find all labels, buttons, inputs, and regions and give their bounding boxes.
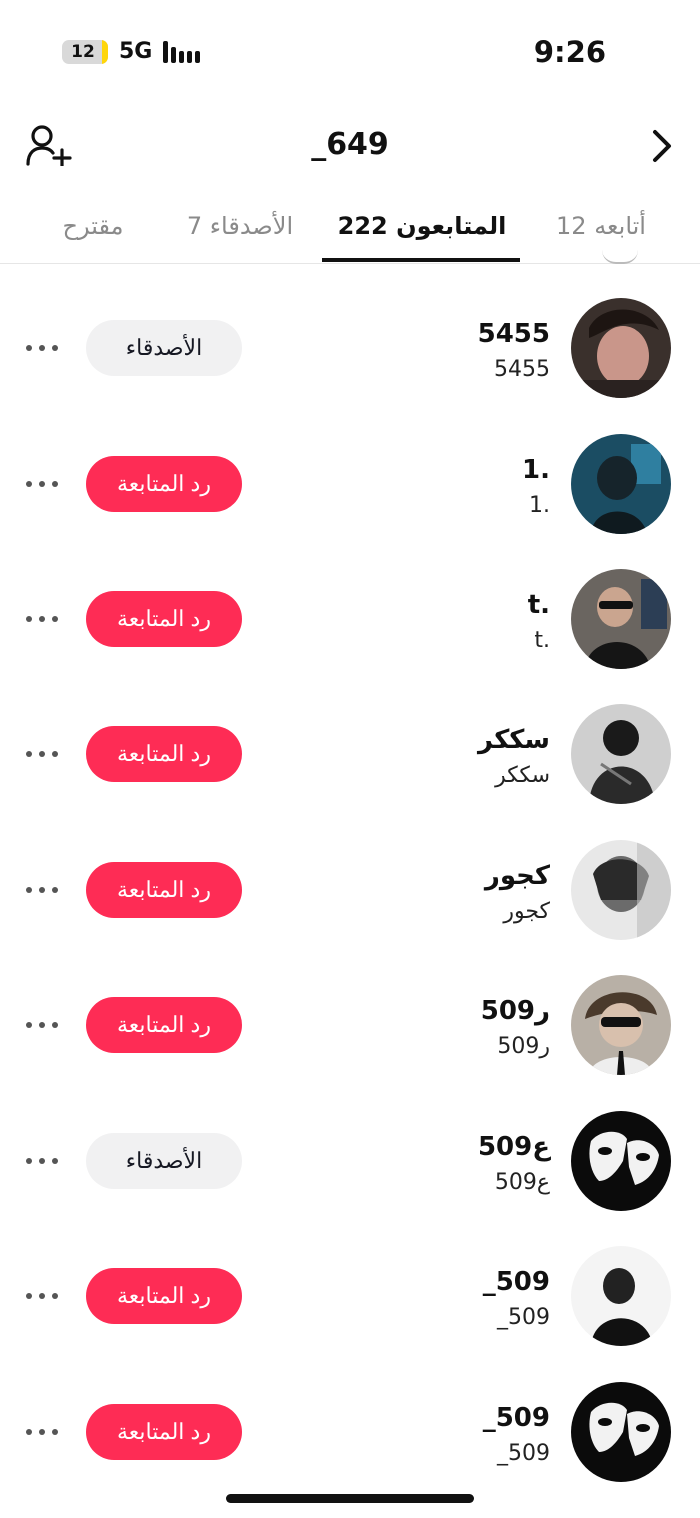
avatar[interactable] — [571, 434, 671, 534]
follower-name: _509 — [482, 1403, 550, 1433]
list-item[interactable]: ع509 ع509 الأصدقاء — [0, 1111, 700, 1246]
follower-name: _509 — [482, 1267, 550, 1297]
follower-handle: 1. — [529, 493, 550, 518]
follower-handle: 5455 — [494, 357, 550, 382]
list-item[interactable]: سككر سككر رد المتابعة — [0, 704, 700, 839]
status-bar: 12 5G 9:26 — [0, 0, 700, 100]
follower-handle: كجور — [503, 899, 550, 924]
more-options-icon[interactable] — [26, 1291, 60, 1301]
follower-name: t. — [527, 590, 550, 620]
friends-button[interactable]: الأصدقاء — [86, 320, 242, 376]
follow-back-button[interactable]: رد المتابعة — [86, 456, 242, 512]
list-item[interactable]: ر509 ر509 رد المتابعة — [0, 975, 700, 1110]
status-time: 9:26 — [533, 35, 606, 69]
follower-name: 1. — [522, 455, 550, 485]
avatar[interactable] — [571, 569, 671, 669]
list-item[interactable]: t. t. رد المتابعة — [0, 569, 700, 704]
follower-handle: _509 — [497, 1441, 550, 1466]
home-indicator[interactable] — [226, 1494, 474, 1503]
tab-following[interactable]: أتابعه 12 — [536, 206, 666, 246]
chevron-right-icon[interactable] — [646, 126, 676, 166]
battery-level: 12 — [71, 42, 95, 62]
divider — [0, 263, 700, 264]
follower-name: 5455 — [477, 319, 550, 349]
follower-handle: _509 — [497, 1305, 550, 1330]
signal-icon — [163, 41, 201, 65]
more-options-icon[interactable] — [26, 885, 60, 895]
avatar[interactable] — [571, 1246, 671, 1346]
follow-back-button[interactable]: رد المتابعة — [86, 862, 242, 918]
follow-back-button[interactable]: رد المتابعة — [86, 726, 242, 782]
header: _649 — [0, 100, 700, 190]
list-item[interactable]: 5455 5455 الأصدقاء — [0, 298, 700, 433]
more-options-icon[interactable] — [26, 749, 60, 759]
avatar[interactable] — [571, 1111, 671, 1211]
follow-back-button[interactable]: رد المتابعة — [86, 997, 242, 1053]
page-title: _649 — [311, 127, 389, 162]
battery-icon: 12 — [62, 40, 108, 64]
more-options-icon[interactable] — [26, 1427, 60, 1437]
tab-suggested[interactable]: مقترح — [40, 206, 146, 246]
avatar[interactable] — [571, 840, 671, 940]
list-item[interactable]: كجور كجور رد المتابعة — [0, 840, 700, 975]
follower-name: ع509 — [477, 1132, 550, 1162]
tab-bar: أتابعه 12 المتابعون 222 الأصدقاء 7 مقترح — [0, 190, 700, 264]
follower-handle: ر509 — [497, 1034, 550, 1059]
more-options-icon[interactable] — [26, 1156, 60, 1166]
follower-name: سككر — [478, 725, 550, 755]
follower-name: ر509 — [480, 996, 550, 1026]
follow-back-button[interactable]: رد المتابعة — [86, 1268, 242, 1324]
network-type: 5G — [119, 39, 153, 64]
avatar[interactable] — [571, 1382, 671, 1482]
avatar[interactable] — [571, 975, 671, 1075]
follower-handle: ع509 — [494, 1170, 550, 1195]
avatar[interactable] — [571, 298, 671, 398]
follower-handle: سككر — [495, 763, 550, 788]
followers-screen: 12 5G 9:26 _649 أتابعه 12 المتابعون 222 … — [0, 0, 700, 1518]
follow-back-button[interactable]: رد المتابعة — [86, 1404, 242, 1460]
tab-followers[interactable]: المتابعون 222 — [330, 206, 514, 246]
person-plus-icon[interactable] — [26, 124, 72, 166]
avatar[interactable] — [571, 704, 671, 804]
more-options-icon[interactable] — [26, 1020, 60, 1030]
follower-name: كجور — [484, 861, 550, 891]
follower-handle: t. — [534, 628, 550, 653]
list-item[interactable]: _509 _509 رد المتابعة — [0, 1246, 700, 1381]
more-options-icon[interactable] — [26, 343, 60, 353]
more-options-icon[interactable] — [26, 479, 60, 489]
list-item[interactable]: 1. 1. رد المتابعة — [0, 434, 700, 569]
tab-friends[interactable]: الأصدقاء 7 — [170, 206, 310, 246]
active-tab-indicator — [322, 258, 520, 262]
more-options-icon[interactable] — [26, 614, 60, 624]
friends-button[interactable]: الأصدقاء — [86, 1133, 242, 1189]
follow-back-button[interactable]: رد المتابعة — [86, 591, 242, 647]
